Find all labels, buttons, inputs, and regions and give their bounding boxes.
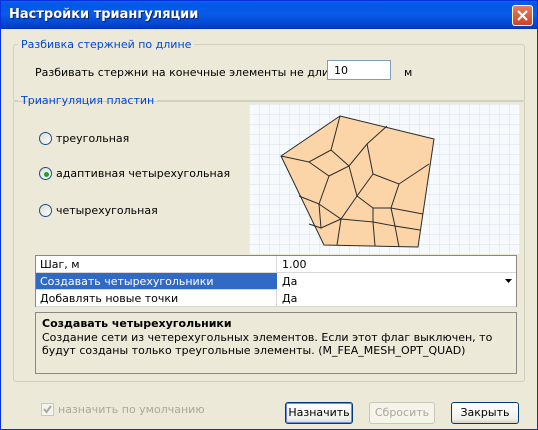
mesh-preview <box>249 104 520 254</box>
property-name: Создавать четырехугольники <box>40 275 214 288</box>
radio-label: четырехугольная <box>56 204 158 217</box>
mesh-preview-image <box>249 104 520 254</box>
chevron-down-icon[interactable] <box>505 279 512 283</box>
properties-grid: Шаг, м 1.00 Создавать четырехугольники Д… <box>35 255 517 307</box>
property-value[interactable]: Да <box>282 275 297 288</box>
checkbox-label: назначить по умолчанию <box>58 403 205 416</box>
description-text: Создание сети из четерехугольных элемент… <box>42 331 493 357</box>
reset-button[interactable]: Сбросить <box>369 402 435 424</box>
close-icon <box>517 10 528 21</box>
property-value[interactable]: Да <box>282 292 297 305</box>
property-value-dropdown[interactable] <box>277 273 516 290</box>
dialog-window: Настройки триангуляции Разбивка стержней… <box>0 0 538 430</box>
dialog-client: Разбивка стержней по длине Разбивать сте… <box>5 30 533 426</box>
length-group-legend: Разбивка стержней по длине <box>21 38 192 51</box>
table-row-selected[interactable]: Создавать четырехугольники Да <box>36 273 516 290</box>
radio-label: адаптивная четырехугольная <box>56 167 231 180</box>
property-name: Добавлять новые точки <box>40 292 179 305</box>
property-value[interactable]: 1.00 <box>282 258 307 271</box>
radio-circle[interactable] <box>39 132 52 145</box>
radio-selected-dot <box>44 172 49 177</box>
column-separator <box>276 290 277 307</box>
close-window-button[interactable] <box>512 5 533 26</box>
checkbox-box[interactable] <box>41 403 54 416</box>
radio-label: треугольная <box>56 132 130 145</box>
property-name: Шаг, м <box>40 258 80 271</box>
description-panel: Создавать четырехугольники Создание сети… <box>35 312 517 374</box>
table-row[interactable]: Добавлять новые точки Да <box>36 290 516 307</box>
plate-group-legend: Триангуляция пластин <box>21 94 155 107</box>
radio-circle[interactable] <box>39 167 52 180</box>
table-row[interactable]: Шаг, м 1.00 <box>36 256 516 273</box>
radio-circle[interactable] <box>39 204 52 217</box>
close-button[interactable]: Закрыть <box>451 402 519 424</box>
window-title: Настройки триангуляции <box>9 7 199 22</box>
checkmark-icon <box>43 405 52 414</box>
column-separator <box>276 256 277 273</box>
length-label: Разбивать стержни на конечные элементы н… <box>35 66 361 79</box>
length-unit: м <box>404 66 413 79</box>
assign-button[interactable]: Назначить <box>285 402 353 424</box>
length-input[interactable]: 10 <box>327 60 391 80</box>
title-bar[interactable]: Настройки триангуляции <box>1 1 537 29</box>
description-title: Создавать четырехугольники <box>42 317 232 330</box>
